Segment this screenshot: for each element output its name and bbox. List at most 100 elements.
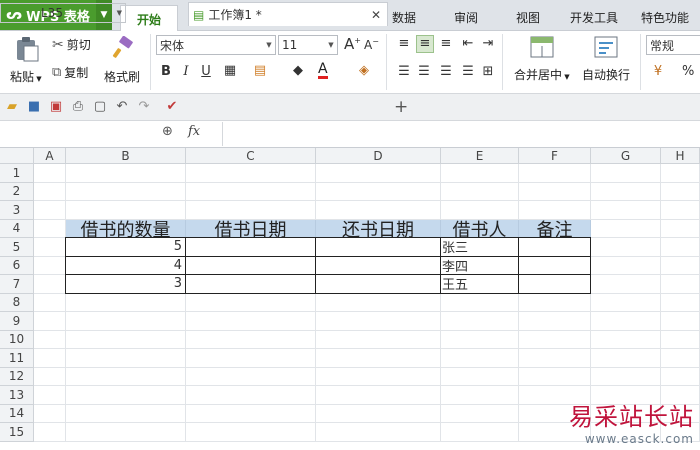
- column-header[interactable]: G: [591, 148, 661, 164]
- font-name-select[interactable]: 宋体 ▼: [156, 35, 276, 55]
- grid-cell[interactable]: [591, 201, 661, 220]
- grid-cell[interactable]: [34, 238, 66, 257]
- column-header[interactable]: D: [316, 148, 441, 164]
- table-header-cell[interactable]: 备注: [519, 219, 591, 241]
- row-header[interactable]: 10: [0, 330, 34, 349]
- merge-center-button[interactable]: 合并居中 ▼: [510, 36, 574, 92]
- zoom-formula-icon[interactable]: ⊕: [162, 124, 173, 139]
- grid-cell[interactable]: [316, 330, 441, 349]
- row-header[interactable]: 6: [0, 256, 34, 275]
- print-icon[interactable]: ⎙: [70, 99, 86, 114]
- grid-cell[interactable]: [591, 238, 661, 257]
- grid-cell[interactable]: [661, 219, 700, 238]
- column-header[interactable]: B: [66, 148, 186, 164]
- grid-cell[interactable]: [186, 423, 316, 442]
- percent-button[interactable]: %: [682, 64, 694, 79]
- grid-cell[interactable]: [34, 182, 66, 201]
- grid-cell[interactable]: [519, 349, 591, 368]
- row-header[interactable]: 8: [0, 293, 34, 312]
- align-left-icon[interactable]: ☰: [396, 64, 412, 79]
- table-header-cell[interactable]: 还书日期: [316, 219, 441, 241]
- table-cell[interactable]: [316, 256, 441, 275]
- format-painter-button[interactable]: 格式刷: [102, 36, 144, 92]
- row-header[interactable]: 14: [0, 404, 34, 423]
- grid-cell[interactable]: [186, 386, 316, 405]
- row-header[interactable]: 1: [0, 164, 34, 183]
- table-cell-borrower[interactable]: 王五: [441, 275, 519, 294]
- font-size-select[interactable]: 11 ▼: [278, 35, 338, 55]
- save-icon[interactable]: ■: [26, 99, 42, 114]
- grid-cell[interactable]: [519, 367, 591, 386]
- column-header[interactable]: C: [186, 148, 316, 164]
- grid-cell[interactable]: [316, 182, 441, 201]
- open-folder-icon[interactable]: ▰: [4, 99, 20, 114]
- grid-cell[interactable]: [591, 164, 661, 183]
- font-color-icon[interactable]: A: [318, 62, 328, 79]
- tab-developer[interactable]: 开发工具: [564, 5, 624, 30]
- grid-cell[interactable]: [661, 256, 700, 275]
- borders-icon[interactable]: ▦: [222, 63, 238, 78]
- export-pdf-icon[interactable]: ▣: [48, 99, 64, 114]
- column-header[interactable]: A: [34, 148, 66, 164]
- grid-cell[interactable]: [186, 349, 316, 368]
- paste-button[interactable]: 粘贴 ▼: [10, 36, 44, 92]
- grid-cell[interactable]: [661, 367, 700, 386]
- grid-cell[interactable]: [661, 312, 700, 331]
- grid-cell[interactable]: [591, 182, 661, 201]
- table-cell[interactable]: [316, 238, 441, 257]
- table-header-cell[interactable]: 借书人: [441, 219, 519, 241]
- wrap-text-button[interactable]: 自动换行: [580, 36, 634, 92]
- grid-cell[interactable]: [66, 386, 186, 405]
- table-cell-quantity[interactable]: 4: [66, 256, 186, 275]
- grid-cell[interactable]: [66, 349, 186, 368]
- grid-cell[interactable]: [661, 293, 700, 312]
- align-top-icon[interactable]: ≡: [396, 36, 412, 51]
- grid-cell[interactable]: [34, 404, 66, 423]
- table-cell[interactable]: [186, 238, 316, 257]
- grid-cell[interactable]: [661, 164, 700, 183]
- row-header[interactable]: 9: [0, 312, 34, 331]
- tab-review[interactable]: 审阅: [442, 5, 490, 30]
- grid-cell[interactable]: [661, 349, 700, 368]
- grid-cell[interactable]: [316, 312, 441, 331]
- currency-icon[interactable]: ¥: [650, 64, 666, 79]
- grid-cell[interactable]: [316, 367, 441, 386]
- table-cell[interactable]: [519, 238, 591, 257]
- grid-cell[interactable]: [66, 404, 186, 423]
- grid-cell[interactable]: [661, 182, 700, 201]
- grid-cell[interactable]: [34, 201, 66, 220]
- clear-format-icon[interactable]: ◈: [356, 63, 372, 78]
- grid-cell[interactable]: [66, 367, 186, 386]
- grid-cell[interactable]: [591, 293, 661, 312]
- grid-cell[interactable]: [441, 330, 519, 349]
- formula-input[interactable]: [222, 122, 700, 146]
- grid-cell[interactable]: [34, 164, 66, 183]
- increase-indent-icon[interactable]: ⇥: [480, 36, 496, 51]
- grid-cell[interactable]: [66, 164, 186, 183]
- column-header[interactable]: E: [441, 148, 519, 164]
- grid-cell[interactable]: [34, 219, 66, 238]
- document-tab[interactable]: ▤ 工作簿1 * ✕: [188, 2, 388, 26]
- grid-cell[interactable]: [66, 182, 186, 201]
- align-right-icon[interactable]: ☰: [438, 64, 454, 79]
- grid-cell[interactable]: [186, 330, 316, 349]
- grid-cell[interactable]: [186, 404, 316, 423]
- bold-icon[interactable]: B: [158, 64, 174, 79]
- grid-cell[interactable]: [441, 312, 519, 331]
- grid-cell[interactable]: [519, 182, 591, 201]
- customize-toolbar-icon[interactable]: ✔: [164, 99, 180, 114]
- decrease-indent-icon[interactable]: ⇤: [460, 36, 476, 51]
- grid-cell[interactable]: [441, 182, 519, 201]
- grid-cell[interactable]: [34, 312, 66, 331]
- tab-home[interactable]: 开始: [120, 5, 178, 32]
- grid-cell[interactable]: [441, 404, 519, 423]
- grid-cell[interactable]: [34, 293, 66, 312]
- grid-cell[interactable]: [661, 330, 700, 349]
- close-tab-icon[interactable]: ✕: [371, 8, 381, 22]
- cut-button[interactable]: ✂ 剪切: [52, 36, 91, 53]
- grid-cell[interactable]: [186, 312, 316, 331]
- grid-cell[interactable]: [441, 164, 519, 183]
- grid-cell[interactable]: [66, 330, 186, 349]
- grid-cell[interactable]: [519, 330, 591, 349]
- name-box[interactable]: L35 ▼: [0, 3, 126, 23]
